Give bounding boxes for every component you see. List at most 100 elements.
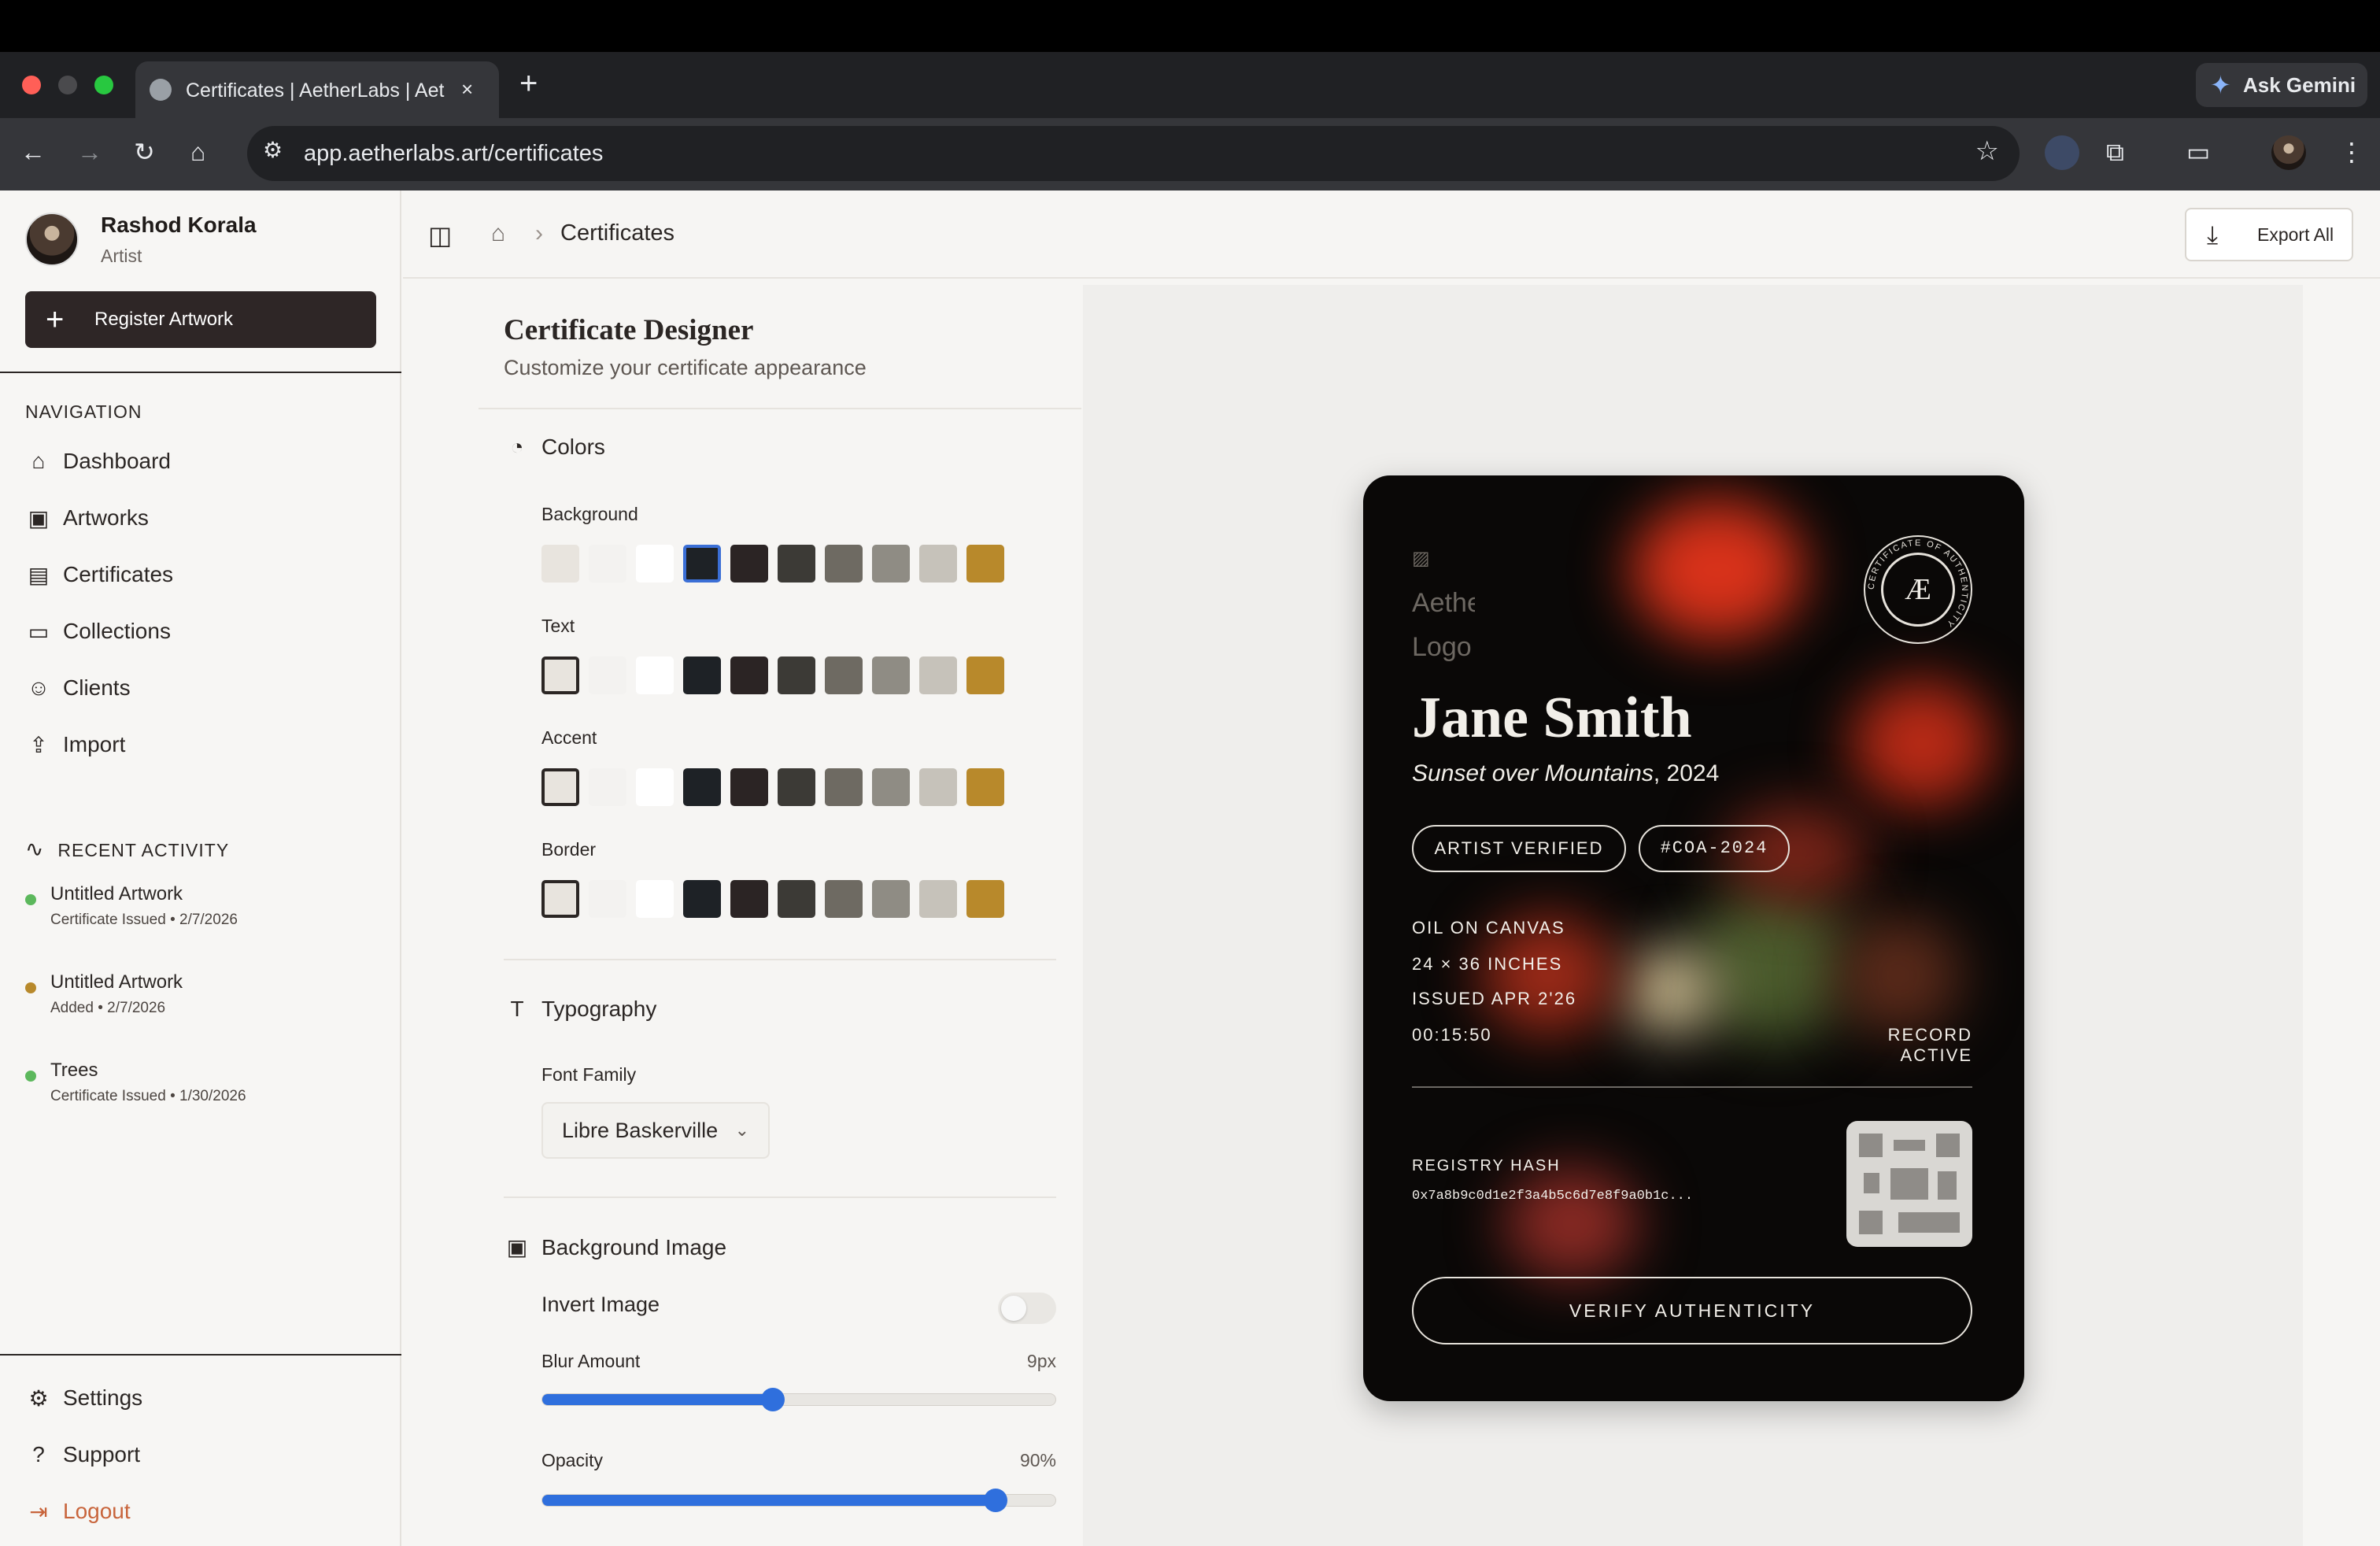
colors-divider [504,959,1056,960]
color-swatch[interactable] [636,768,674,806]
color-swatch[interactable] [683,768,721,806]
profile-avatar[interactable] [2271,135,2306,170]
accent-swatches [541,768,1014,808]
color-swatch[interactable] [966,545,1004,583]
color-swatch[interactable] [683,545,721,583]
color-swatch[interactable] [966,880,1004,918]
breadcrumb-home-icon[interactable]: ⌂ [491,220,505,247]
color-swatch[interactable] [541,656,579,694]
activity-pulse-icon: ∿ [25,837,45,861]
forward-arrow-icon[interactable]: → [77,136,102,168]
sidebar-item-dashboard[interactable]: ⌂ Dashboard [25,441,376,485]
background-color-label: Background [541,504,638,524]
activity-item[interactable]: Untitled Artwork Added • 2/7/2026 [25,971,376,1034]
type-icon: T [510,997,524,1021]
color-swatch[interactable] [919,880,957,918]
sidebar-item-collections[interactable]: ▭ Collections [25,611,376,655]
color-swatch[interactable] [778,880,815,918]
ask-gemini-button[interactable]: ✦ Ask Gemini [2196,63,2367,107]
palette-icon: ◔ [510,435,524,459]
chevron-right-icon: › [535,220,543,246]
export-all-button[interactable]: ⤓ Export All [2185,208,2353,261]
color-swatch[interactable] [872,545,910,583]
color-swatch[interactable] [966,768,1004,806]
color-swatch[interactable] [825,656,863,694]
activity-title: Trees [50,1060,98,1081]
home-icon[interactable]: ⌂ [190,136,205,168]
color-swatch[interactable] [636,656,674,694]
tab-close-icon[interactable]: × [461,76,473,102]
verify-authenticity-button[interactable]: VERIFY AUTHENTICITY [1412,1277,1972,1344]
color-swatch[interactable] [778,545,815,583]
maximize-window-button[interactable] [94,76,113,94]
blur-amount-label: Blur Amount [541,1351,641,1371]
menu-dots-icon[interactable]: ⋮ [2339,136,2364,168]
sidebar-item-settings[interactable]: ⚙ Settings [25,1378,376,1422]
color-swatch[interactable] [872,656,910,694]
color-swatch[interactable] [825,768,863,806]
color-swatch[interactable] [541,545,579,583]
color-swatch[interactable] [778,656,815,694]
color-swatch[interactable] [778,768,815,806]
react-devtools-icon[interactable] [2045,135,2079,170]
browser-tab[interactable]: Certificates | AetherLabs | AetherLabs × [135,61,499,118]
activity-item[interactable]: Untitled Artwork Certificate Issued • 2/… [25,883,376,946]
back-arrow-icon[interactable]: ← [20,136,46,168]
color-swatch[interactable] [730,656,768,694]
color-swatch[interactable] [541,880,579,918]
color-swatch[interactable] [872,768,910,806]
register-artwork-button[interactable]: + Register Artwork [25,291,376,348]
color-swatch[interactable] [966,656,1004,694]
color-swatch[interactable] [919,768,957,806]
color-swatch[interactable] [825,545,863,583]
opacity-slider-thumb[interactable] [983,1489,1007,1512]
color-swatch[interactable] [825,880,863,918]
new-tab-button[interactable]: + [519,66,538,101]
font-family-select[interactable]: Libre Baskerville ⌄ [541,1102,770,1159]
close-window-button[interactable] [22,76,41,94]
color-swatch[interactable] [730,880,768,918]
color-swatch[interactable] [636,545,674,583]
color-swatch[interactable] [589,545,626,583]
invert-image-toggle[interactable] [998,1293,1056,1324]
site-settings-icon[interactable]: ⚙ [263,137,283,163]
qr-module [1890,1168,1928,1200]
bookmark-star-icon[interactable]: ☆ [1975,135,1999,167]
opacity-slider[interactable] [541,1489,1056,1512]
color-swatch[interactable] [589,880,626,918]
color-swatch[interactable] [541,768,579,806]
recent-activity-label: RECENT ACTIVITY [57,840,230,860]
qr-module [1894,1140,1925,1151]
address-bar[interactable]: ⚙ app.aetherlabs.art/certificates ☆ [247,126,2020,181]
color-swatch[interactable] [919,656,957,694]
blur-slider-thumb[interactable] [761,1388,785,1411]
qr-finder [1859,1211,1883,1234]
avatar[interactable] [25,213,79,266]
tab-search-icon[interactable]: ▭ [2186,136,2210,168]
blur-amount-slider[interactable] [541,1388,1056,1411]
help-circle-icon: ? [32,1442,45,1466]
color-swatch[interactable] [730,768,768,806]
qr-code[interactable] [1846,1121,1972,1247]
certificate-icon: ▤ [28,563,50,587]
extensions-puzzle-icon[interactable]: ⧉ [2106,136,2124,168]
minimize-window-button[interactable] [58,76,77,94]
color-swatch[interactable] [872,880,910,918]
sidebar-item-import[interactable]: ⇪ Import [25,724,376,768]
color-swatch[interactable] [636,880,674,918]
sidebar-item-logout[interactable]: ⇥ Logout [25,1491,376,1535]
reload-icon[interactable]: ↻ [134,136,155,168]
activity-item[interactable]: Trees Certificate Issued • 1/30/2026 [25,1060,376,1123]
activity-status-dot [25,894,36,905]
color-swatch[interactable] [919,545,957,583]
sidebar-item-artworks[interactable]: ▣ Artworks [25,497,376,542]
sidebar-item-certificates[interactable]: ▤ Certificates [25,554,376,598]
sidebar-item-support[interactable]: ? Support [25,1434,376,1478]
color-swatch[interactable] [683,880,721,918]
sidebar-item-clients[interactable]: ☺ Clients [25,668,376,712]
color-swatch[interactable] [683,656,721,694]
color-swatch[interactable] [589,656,626,694]
toggle-sidebar-icon[interactable]: ◫ [428,220,452,250]
color-swatch[interactable] [730,545,768,583]
color-swatch[interactable] [589,768,626,806]
